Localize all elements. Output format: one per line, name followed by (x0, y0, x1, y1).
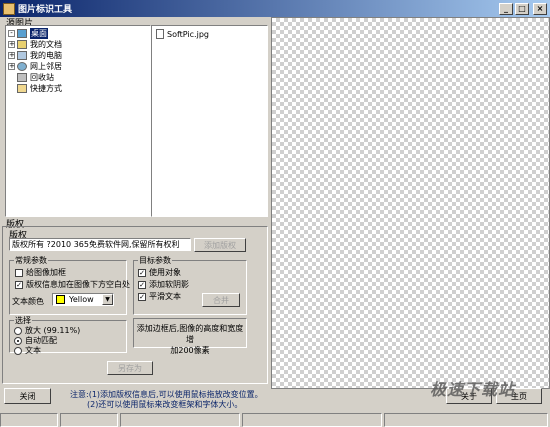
maximize-button[interactable]: □ (515, 2, 529, 15)
text-color-label: 文本颜色 (12, 297, 44, 306)
hint-line-1: 添加边框后,图像的高度和宽度增 (136, 324, 244, 344)
recycle-bin-icon (17, 73, 27, 82)
add-copyright-button[interactable]: 添加版权 (194, 238, 246, 252)
text-color-select[interactable]: Yellow ▼ (52, 293, 114, 306)
status-cell (0, 413, 58, 427)
expand-icon[interactable]: + (8, 41, 15, 48)
hint-line-2: 加200像素 (170, 346, 210, 355)
file-list[interactable]: SoftPic.jpg (151, 25, 268, 217)
tree-item-label: 我的电脑 (30, 51, 62, 60)
blank-below-label: 版权信息加在图像下方空白处 (26, 280, 130, 289)
computer-icon (17, 51, 27, 60)
app-icon (3, 2, 15, 15)
frame-hint-box: 添加边框后,图像的高度和宽度增 加200像素 (133, 318, 247, 355)
expand-icon[interactable]: + (8, 52, 15, 59)
smooth-text-label: 平滑文本 (149, 292, 181, 301)
tree-item-label: 快捷方式 (30, 84, 62, 93)
shortcut-folder-icon (17, 84, 27, 93)
radio-on-icon (14, 336, 22, 345)
status-cell (384, 413, 548, 427)
text-color-value: Yellow (69, 295, 94, 304)
expand-icon[interactable]: + (8, 63, 15, 70)
tree-item-network[interactable]: + 网上邻居 (8, 61, 62, 72)
radio-text[interactable]: 文本 (14, 345, 41, 356)
collapse-icon[interactable]: - (8, 30, 15, 37)
checkbox-checked-icon: ✓ (138, 280, 146, 289)
title-bar: 图片标识工具 _ □ × (0, 0, 550, 17)
copyright-panel: 版权 版权所有 ?2010 365免费软件网,保留所有权利 添加版权 常规参数 … (2, 226, 268, 384)
minimize-button[interactable]: _ (499, 2, 513, 15)
image-preview-canvas[interactable] (271, 17, 550, 389)
checkbox-checked-icon: ✓ (15, 280, 23, 289)
checkbox-checked-icon: ✓ (138, 292, 146, 301)
network-icon (17, 62, 27, 71)
source-image-panel: 源图片 - 桌面 + 我的文档 + 我的电脑 + 网上邻居 回收站 快捷方式 S… (2, 17, 268, 217)
close-button[interactable]: 关闭 (4, 388, 51, 404)
file-item[interactable]: SoftPic.jpg (156, 29, 209, 39)
target-params-group: 目标参数 ✓ 使用对象 ✓ 添加软阴影 ✓ 平滑文本 合并 (133, 255, 247, 315)
tree-item-label: 回收站 (30, 73, 54, 82)
usage-notice: 注意:(1)添加版权信息后,可以使用鼠标拖放改变位置。 (2)还可以使用鼠标来改… (70, 390, 263, 410)
window-title: 图片标识工具 (18, 5, 73, 15)
status-cell (242, 413, 382, 427)
tree-item-label: 桌面 (30, 28, 48, 39)
tree-item-my-computer[interactable]: + 我的电脑 (8, 50, 62, 61)
folder-icon (17, 40, 27, 49)
tree-item-recycle-bin[interactable]: 回收站 (8, 72, 54, 83)
add-frame-label: 给图像加框 (26, 268, 66, 277)
add-frame-checkbox[interactable]: 给图像加框 (15, 267, 66, 278)
tree-item-shortcuts[interactable]: 快捷方式 (8, 83, 62, 94)
use-object-checkbox[interactable]: ✓ 使用对象 (138, 267, 181, 278)
save-as-button[interactable]: 另存为 (107, 361, 153, 375)
status-cell (120, 413, 240, 427)
chevron-down-icon[interactable]: ▼ (102, 294, 113, 305)
desktop-icon (17, 29, 27, 38)
target-params-label: 目标参数 (138, 255, 172, 266)
radio-text-label: 文本 (25, 346, 41, 355)
notice-line-2: (2)还可以使用鼠标来改变框架和字体大小。 (87, 400, 243, 409)
status-cell (60, 413, 118, 427)
add-shadow-checkbox[interactable]: ✓ 添加软阴影 (138, 279, 189, 290)
file-name: SoftPic.jpg (167, 29, 209, 39)
radio-off-icon (14, 346, 22, 355)
checkbox-unchecked-icon (15, 268, 23, 277)
close-window-button[interactable]: × (533, 2, 547, 15)
general-params-group: 常规参数 给图像加框 ✓ 版权信息加在图像下方空白处 文本颜色 Yellow ▼ (9, 255, 130, 315)
merge-button[interactable]: 合并 (202, 293, 240, 307)
status-bar (0, 413, 550, 427)
smooth-text-checkbox[interactable]: ✓ 平滑文本 (138, 291, 181, 302)
checkbox-checked-icon: ✓ (138, 268, 146, 277)
add-shadow-label: 添加软阴影 (149, 280, 189, 289)
tree-item-label: 我的文档 (30, 40, 62, 49)
tree-item-my-documents[interactable]: + 我的文档 (8, 39, 62, 50)
notice-line-1: 注意:(1)添加版权信息后,可以使用鼠标拖放改变位置。 (70, 390, 263, 399)
use-object-label: 使用对象 (149, 268, 181, 277)
radio-off-icon (14, 326, 22, 335)
general-params-label: 常规参数 (14, 255, 48, 266)
select-group: 选择 放大 (99.11%) 自动匹配 文本 (9, 315, 127, 356)
watermark-logo: 极速下载站 (430, 380, 516, 399)
file-icon (156, 29, 164, 39)
blank-below-checkbox[interactable]: ✓ 版权信息加在图像下方空白处 (15, 279, 130, 290)
color-swatch (56, 295, 65, 304)
folder-tree[interactable]: - 桌面 + 我的文档 + 我的电脑 + 网上邻居 回收站 快捷方式 (5, 25, 151, 217)
copyright-text-input[interactable]: 版权所有 ?2010 365免费软件网,保留所有权利 (9, 238, 191, 251)
tree-item-desktop[interactable]: - 桌面 (8, 28, 48, 39)
tree-item-label: 网上邻居 (30, 62, 62, 71)
